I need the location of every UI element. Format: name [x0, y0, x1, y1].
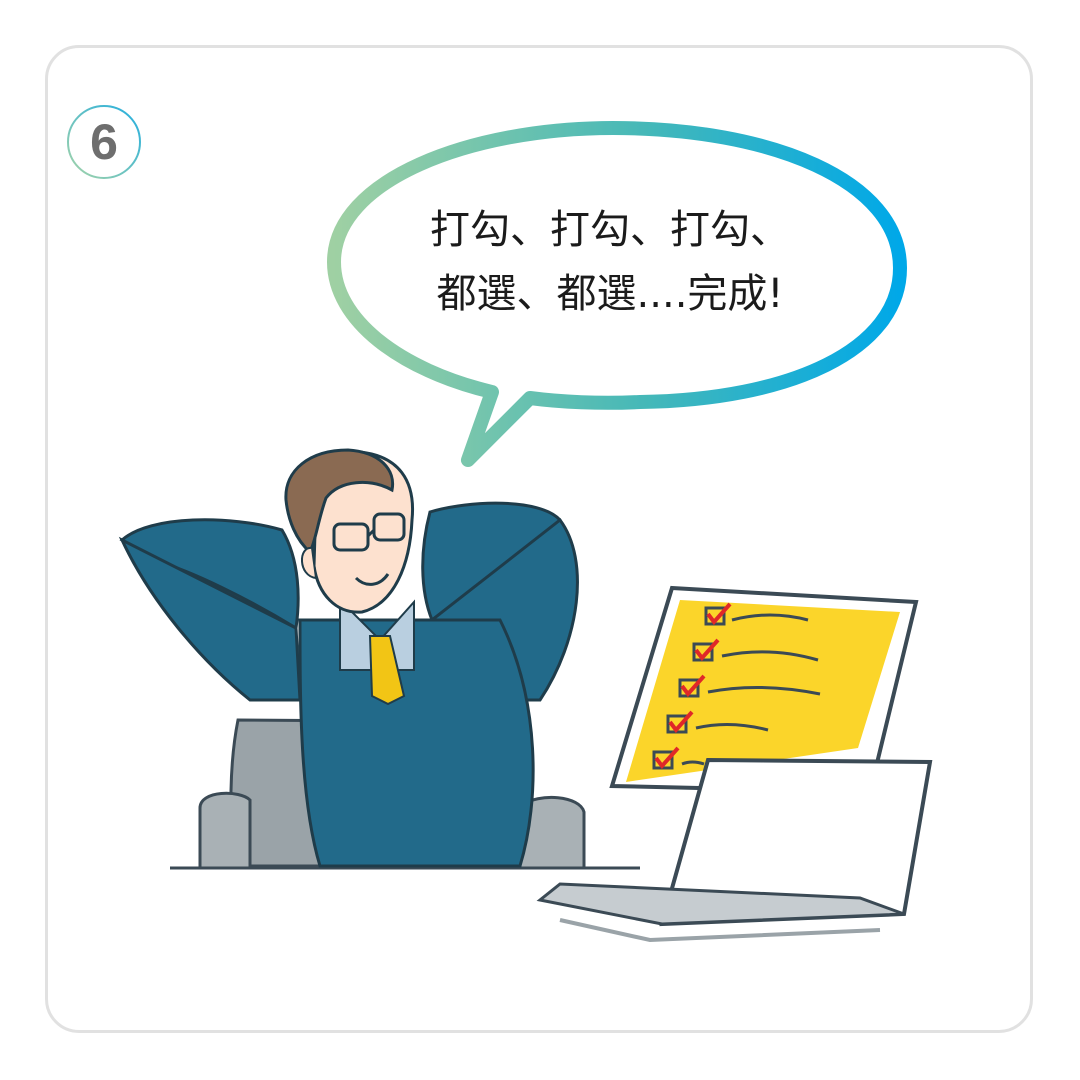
speech-line-2: 都選、都選....完成!	[436, 271, 784, 317]
office-worker-illustration	[118, 121, 933, 943]
man-head	[284, 448, 415, 614]
laptop	[536, 757, 933, 943]
speech-line-1: 打勾、打勾、打勾、	[430, 207, 790, 253]
speech-bubble-text: 打勾、打勾、打勾、 都選、都選....完成!	[380, 198, 840, 326]
